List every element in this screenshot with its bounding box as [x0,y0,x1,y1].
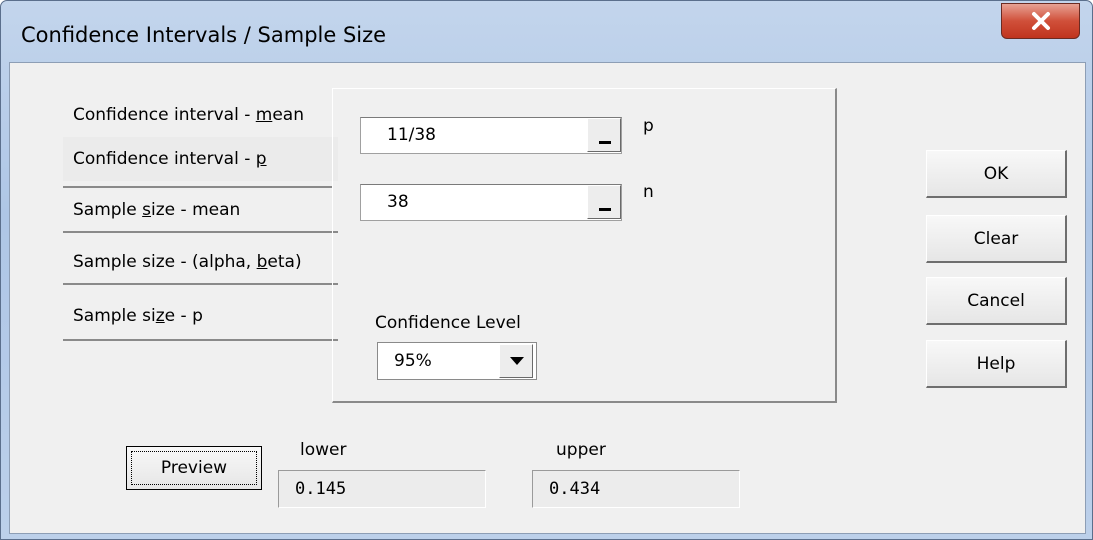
lower-value-field: 0.145 [278,470,486,508]
upper-label: upper [556,440,606,460]
confidence-level-label: Confidence Level [375,313,521,333]
p-input[interactable]: 11/38 [360,117,622,154]
clear-button[interactable]: Clear [926,215,1067,263]
tab-confidence-interval-p[interactable]: Confidence interval - p [63,137,338,181]
confidence-level-select[interactable]: 95% [377,342,537,380]
n-refedit-button[interactable] [587,185,621,219]
tab-label: Sample size - mean [73,200,241,220]
tab-sample-size-alpha-beta[interactable]: Sample size - (alpha, beta) [63,241,338,285]
lower-value: 0.145 [295,479,347,499]
help-button[interactable]: Help [926,340,1067,388]
upper-value-field: 0.434 [532,470,740,508]
cancel-label: Cancel [967,290,1025,311]
collapse-dialog-icon [599,208,611,211]
tab-label: Confidence interval - mean [73,105,304,125]
tab-divider [63,186,333,188]
tab-label: Sample size - (alpha, beta) [73,252,302,272]
dialog-window: Confidence Intervals / Sample Size Confi… [0,0,1093,540]
preview-button[interactable]: Preview [126,446,262,490]
lower-label: lower [300,440,347,460]
p-input-value: 11/38 [387,125,436,145]
preview-label: Preview [160,458,228,478]
confidence-dropdown-button[interactable] [499,344,533,378]
p-label: p [643,116,654,136]
cancel-button[interactable]: Cancel [926,277,1067,325]
help-label: Help [976,353,1016,374]
chevron-down-icon [510,357,524,365]
n-input[interactable]: 38 [360,184,622,221]
collapse-dialog-icon [599,141,611,144]
n-input-value: 38 [387,192,409,212]
p-refedit-button[interactable] [587,118,621,152]
tab-sample-size-p[interactable]: Sample size - p [63,293,338,341]
upper-value: 0.434 [549,479,601,499]
window-title: Confidence Intervals / Sample Size [21,23,387,47]
tab-label: Confidence interval - p [73,149,267,169]
tab-label: Sample size - p [73,306,203,326]
ok-button[interactable]: OK [926,150,1067,198]
clear-label: Clear [973,228,1019,249]
close-icon [1031,12,1050,30]
dialog-body: Confidence interval - mean Confidence in… [9,62,1086,534]
confidence-level-value: 95% [394,351,432,371]
tab-sample-size-mean[interactable]: Sample size - mean [63,189,338,233]
ok-label: OK [983,163,1009,184]
tab-confidence-interval-mean[interactable]: Confidence interval - mean [63,93,338,137]
n-label: n [643,182,654,202]
close-button[interactable] [1001,3,1080,39]
